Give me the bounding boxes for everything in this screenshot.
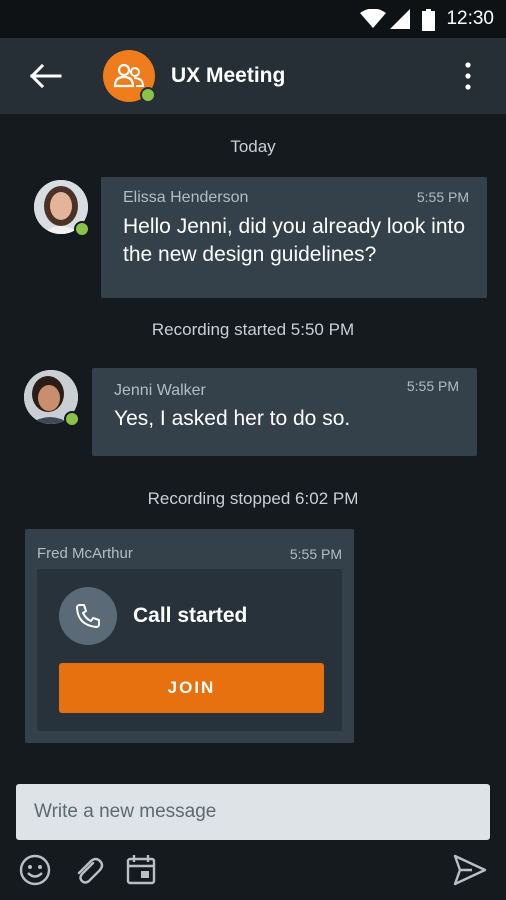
attachment-button[interactable]: [71, 853, 105, 892]
status-bar: 12:30: [0, 0, 506, 38]
calendar-button[interactable]: [124, 853, 158, 892]
back-button[interactable]: [24, 58, 68, 94]
call-card: Fred McArthur 5:55 PM Call started JOIN: [25, 529, 354, 743]
signal-icon: [390, 9, 410, 29]
group-avatar[interactable]: [103, 50, 156, 103]
wifi-icon: [360, 9, 386, 28]
call-panel: Call started JOIN: [37, 569, 342, 731]
call-sender: Fred McArthur: [37, 545, 133, 562]
battery-icon: [422, 9, 435, 31]
calendar-icon: [126, 855, 156, 885]
message-text: Hello Jenni, did you already look into t…: [123, 215, 466, 266]
online-status-dot: [74, 221, 90, 237]
group-icon: [113, 63, 145, 88]
phone-badge: [59, 587, 117, 645]
message-sender: Elissa Henderson: [123, 189, 249, 206]
date-separator: Today: [230, 137, 276, 156]
send-button[interactable]: [452, 853, 488, 892]
message-time: 5:55 PM: [406, 378, 459, 394]
message-bubble[interactable]: Jenni Walker 5:55 PM Yes, I asked her to…: [92, 368, 477, 456]
call-status: Call started: [133, 604, 248, 627]
join-button[interactable]: JOIN: [59, 663, 324, 713]
emoji-icon: [19, 854, 51, 886]
message-text: Yes, I asked her to do so.: [114, 407, 351, 430]
system-message: Recording started 5:50 PM: [151, 320, 355, 339]
system-message: Recording stopped 6:02 PM: [147, 489, 359, 508]
more-options-button[interactable]: [458, 58, 478, 94]
app-bar: UX Meeting: [0, 38, 506, 114]
phone-icon: [76, 604, 100, 628]
message-input[interactable]: [16, 784, 490, 840]
attachment-icon: [77, 857, 104, 884]
message-bubble[interactable]: Elissa Henderson 5:55 PM Hello Jenni, di…: [101, 177, 487, 298]
conversation-title[interactable]: UX Meeting: [171, 64, 285, 88]
message-time: 5:55 PM: [416, 189, 469, 205]
back-arrow-icon: [29, 63, 62, 89]
call-time: 5:55 PM: [289, 546, 342, 562]
more-vert-icon: [465, 62, 471, 90]
online-status-dot: [64, 411, 80, 427]
message-sender: Jenni Walker: [114, 382, 206, 399]
send-icon: [453, 854, 487, 886]
status-time: 12:30: [446, 8, 494, 29]
online-status-dot: [140, 87, 156, 103]
emoji-button[interactable]: [18, 853, 52, 892]
